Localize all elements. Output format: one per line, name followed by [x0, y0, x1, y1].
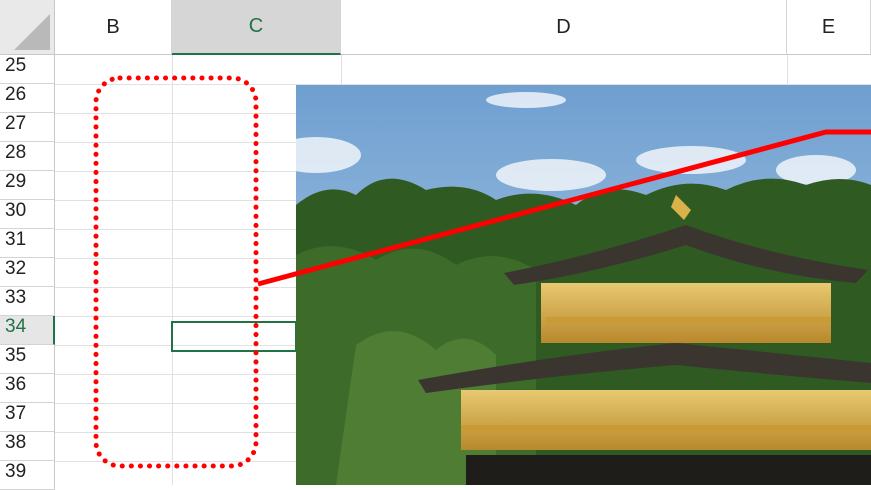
column-header-d[interactable]: D [341, 0, 787, 55]
middle-floor-wall [461, 390, 871, 450]
dotted-highlight-box [93, 75, 259, 469]
ground-floor [466, 455, 871, 485]
middle-balcony-rail [461, 425, 871, 433]
row-header-31[interactable]: 31 [0, 229, 55, 258]
row-header-37[interactable]: 37 [0, 403, 55, 432]
select-all-triangle-icon [14, 14, 50, 50]
row-header-30[interactable]: 30 [0, 200, 55, 229]
top-balcony-rail [546, 317, 831, 323]
row-header-33[interactable]: 33 [0, 287, 55, 316]
row-header-38[interactable]: 38 [0, 432, 55, 461]
row-header-29[interactable]: 29 [0, 171, 55, 200]
row-header-32[interactable]: 32 [0, 258, 55, 287]
row-header-39[interactable]: 39 [0, 461, 55, 490]
column-header-b[interactable]: B [55, 0, 172, 55]
row-header-36[interactable]: 36 [0, 374, 55, 403]
spreadsheet: B C D E 25 26 27 28 29 30 31 32 33 34 35… [0, 0, 871, 490]
row-header-28[interactable]: 28 [0, 142, 55, 171]
row-header-34[interactable]: 34 [0, 316, 55, 345]
column-header-c[interactable]: C [172, 0, 341, 55]
row-header-27[interactable]: 27 [0, 113, 55, 142]
column-header-e[interactable]: E [787, 0, 871, 55]
temple-photo[interactable] [296, 85, 871, 485]
column-gridline [172, 55, 173, 485]
top-floor-wall [541, 283, 831, 343]
row-header-35[interactable]: 35 [0, 345, 55, 374]
select-all-button[interactable] [0, 0, 55, 55]
active-cell[interactable] [171, 321, 297, 352]
row-header-25[interactable]: 25 [0, 55, 55, 84]
row-header-26[interactable]: 26 [0, 84, 55, 113]
